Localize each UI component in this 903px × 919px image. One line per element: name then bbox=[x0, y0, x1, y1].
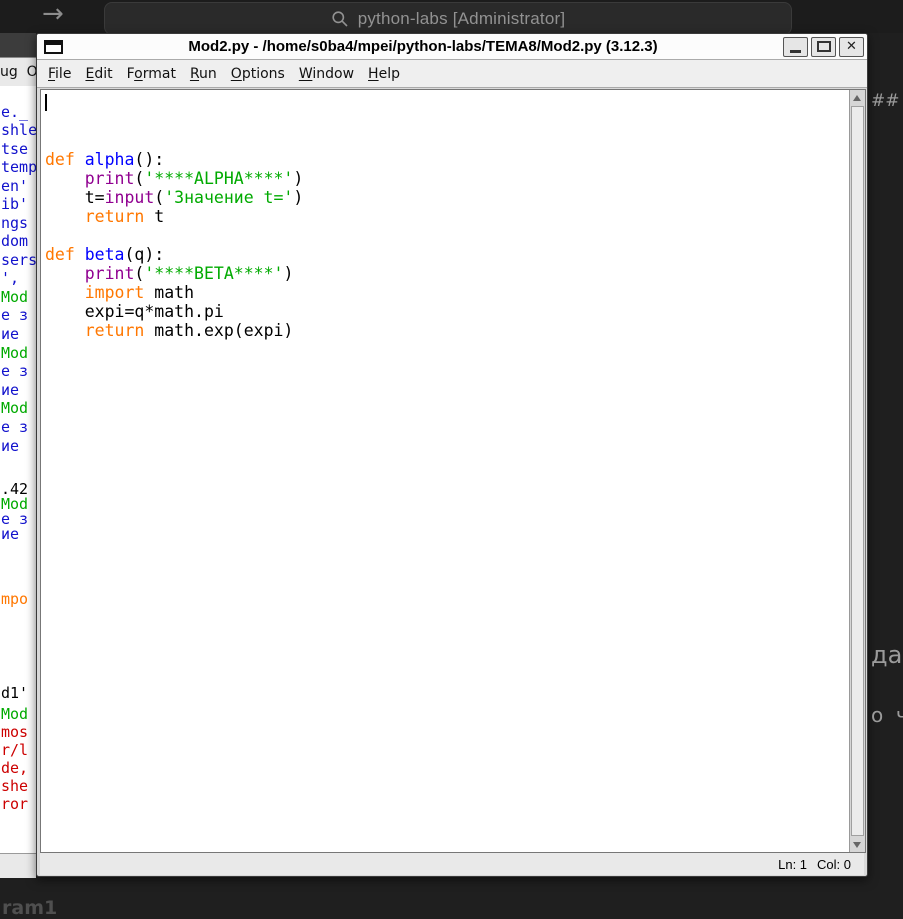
background-window-menu-fragment: ug O bbox=[0, 57, 36, 87]
background-window-titlebar bbox=[0, 33, 36, 57]
text-fragment: е з bbox=[1, 364, 28, 379]
text-fragment: е з bbox=[1, 420, 28, 435]
close-button[interactable]: ✕ bbox=[839, 37, 864, 57]
code-editor[interactable]: def alpha(): print('****ALPHA****') t=in… bbox=[41, 90, 849, 852]
menu-run[interactable]: Run bbox=[183, 62, 224, 86]
close-icon: ✕ bbox=[846, 39, 857, 54]
search-box[interactable]: python-labs [Administrator] bbox=[104, 2, 792, 35]
code-lines: def alpha(): print('****ALPHA****') t=in… bbox=[45, 150, 849, 340]
background-window-text: e._shle tse temp en' ib' ngs dom sers ', Mod е з ие… bbox=[0, 86, 36, 853]
text-caret bbox=[45, 94, 47, 111]
idle-window: Mod2.py - /home/s0ba4/mpei/python-labs/T… bbox=[36, 33, 868, 877]
maximize-icon bbox=[817, 41, 831, 52]
text-fragment: да bbox=[871, 648, 902, 663]
status-col: Col: 0 bbox=[817, 857, 851, 872]
menu-options[interactable]: Options bbox=[224, 62, 292, 86]
text-fragment: dom bbox=[1, 234, 28, 249]
menu-window[interactable]: Window bbox=[292, 62, 361, 86]
status-bar: Ln: 1 Col: 0 bbox=[40, 853, 864, 875]
desktop-top-bar: → python-labs [Administrator] bbox=[0, 0, 903, 33]
text-fragment: de, bbox=[1, 761, 28, 776]
text-fragment: shle bbox=[1, 123, 36, 138]
minimize-icon bbox=[790, 50, 801, 53]
menu-file[interactable]: File bbox=[41, 62, 78, 86]
text-fragment: ие bbox=[1, 327, 28, 342]
text-fragment: Mod bbox=[1, 707, 28, 722]
vertical-scrollbar[interactable] bbox=[849, 90, 865, 852]
background-window-statusbar bbox=[0, 853, 36, 878]
text-fragment: Mod bbox=[1, 346, 28, 361]
text-fragment: she bbox=[1, 779, 28, 794]
text-fragment: ие bbox=[1, 527, 28, 542]
scroll-up-button[interactable] bbox=[850, 90, 864, 105]
background-window[interactable]: ug O e._shle tse temp en' ib' ngs dom sers ', Mod… bbox=[0, 33, 36, 877]
status-line: Ln: 1 bbox=[778, 857, 807, 872]
desktop-bottom-fragment: ram1 bbox=[2, 897, 57, 919]
text-fragment: ие bbox=[1, 439, 28, 454]
menu-bar: FileEditFormatRunOptionsWindowHelp bbox=[37, 59, 867, 88]
text-fragment: о ч bbox=[871, 708, 903, 723]
scroll-up-icon bbox=[853, 95, 861, 101]
text-fragment: mos bbox=[1, 725, 28, 740]
text-fragment: ', bbox=[1, 271, 19, 286]
text-fragment: mpo bbox=[1, 592, 28, 607]
scroll-down-button[interactable] bbox=[850, 837, 864, 852]
maximize-button[interactable] bbox=[811, 37, 836, 57]
menu-format[interactable]: Format bbox=[120, 62, 183, 86]
text-fragment: en' bbox=[1, 179, 28, 194]
window-title: Mod2.py - /home/s0ba4/mpei/python-labs/T… bbox=[63, 38, 783, 55]
title-bar[interactable]: Mod2.py - /home/s0ba4/mpei/python-labs/T… bbox=[37, 34, 867, 59]
text-fragment: tse bbox=[1, 142, 28, 157]
text-fragment: ib' bbox=[1, 197, 28, 212]
menu-edit[interactable]: Edit bbox=[78, 62, 119, 86]
editor-area: def alpha(): print('****ALPHA****') t=in… bbox=[40, 89, 866, 853]
window-controls: ✕ bbox=[783, 37, 864, 57]
text-fragment: е з bbox=[1, 308, 28, 323]
text-fragment: d1' bbox=[1, 686, 28, 701]
scrollbar-thumb[interactable] bbox=[851, 106, 864, 836]
desktop-right-fragments: ## 2 да о ч bbox=[871, 0, 903, 910]
text-fragment: temp bbox=[1, 160, 36, 175]
text-fragment: ие bbox=[1, 383, 28, 398]
text-fragment: r/l bbox=[1, 743, 28, 758]
menu-help[interactable]: Help bbox=[361, 62, 407, 86]
search-text: python-labs [Administrator] bbox=[358, 9, 566, 29]
text-fragment: sers bbox=[1, 253, 36, 268]
back-arrow-icon[interactable]: → bbox=[42, 0, 64, 29]
text-fragment: e._ bbox=[1, 105, 28, 120]
minimize-button[interactable] bbox=[783, 37, 808, 57]
text-fragment: Mod bbox=[1, 401, 28, 416]
text-fragment: ## 2 bbox=[871, 94, 903, 109]
search-icon bbox=[331, 10, 349, 28]
text-fragment: Mod bbox=[1, 290, 28, 305]
scroll-down-icon bbox=[853, 842, 861, 848]
text-fragment: ngs bbox=[1, 216, 28, 231]
window-icon bbox=[44, 40, 63, 54]
text-fragment: ror bbox=[1, 797, 28, 812]
